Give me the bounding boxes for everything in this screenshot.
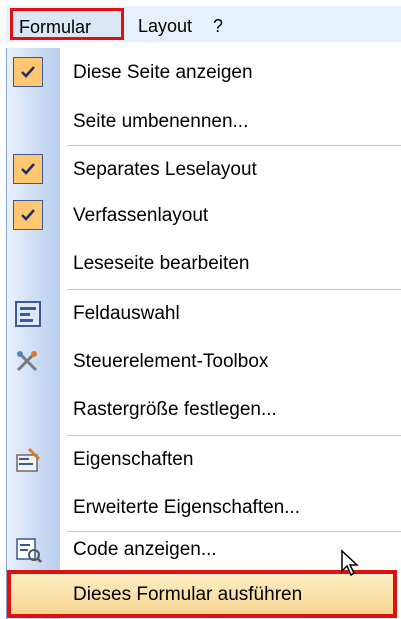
menu-item-label: Verfassenlayout (73, 205, 209, 226)
formular-dropdown-menu: Diese Seite anzeigen Seite umbenennen...… (6, 48, 401, 619)
menu-formular[interactable]: Formular (10, 8, 124, 40)
menu-item-seite-umbenennen[interactable]: Seite umbenennen... (7, 100, 401, 144)
menu-item-erweiterte-eigenschaften[interactable]: Erweiterte Eigenschaften... (7, 486, 401, 530)
menu-item-diese-seite-anzeigen[interactable]: Diese Seite anzeigen (7, 51, 401, 95)
menu-item-verfassenlayout[interactable]: Verfassenlayout (7, 194, 401, 238)
menu-item-label: Feldauswahl (73, 303, 180, 324)
menu-item-label: Steuerelement-Toolbox (73, 351, 269, 372)
menu-item-separates-leselayout[interactable]: Separates Leselayout (7, 148, 401, 192)
menu-item-eigenschaften[interactable]: Eigenschaften (7, 438, 401, 482)
menu-item-label: Code anzeigen... (73, 539, 217, 560)
checkmark-icon (13, 154, 43, 184)
menu-separator (67, 435, 401, 436)
menu-bar: Formular Layout ? (0, 0, 401, 48)
mouse-pointer-icon (341, 549, 359, 577)
properties-icon (13, 445, 43, 475)
menu-item-label: Rastergröße festlegen... (73, 399, 277, 420)
menu-separator (67, 289, 401, 290)
menu-item-feldauswahl[interactable]: Feldauswahl (7, 292, 401, 336)
menu-item-label: Erweiterte Eigenschaften... (73, 497, 301, 518)
field-chooser-icon (13, 299, 43, 329)
menu-item-label: Separates Leselayout (73, 159, 257, 180)
menu-item-label: Diese Seite anzeigen (73, 62, 253, 83)
menu-item-rastergroesse-festlegen[interactable]: Rastergröße festlegen... (7, 388, 401, 432)
view-code-icon (13, 535, 43, 565)
menu-item-leseseite-bearbeiten[interactable]: Leseseite bearbeiten (7, 242, 401, 286)
menu-item-label: Dieses Formular ausführen (73, 584, 303, 605)
menu-formular-label: Formular (19, 17, 92, 37)
menu-item-label: Seite umbenennen... (73, 111, 249, 132)
menu-item-dieses-formular-ausfuehren[interactable]: Dieses Formular ausführen (7, 570, 397, 618)
toolbox-icon (13, 347, 43, 377)
menu-help[interactable]: ? (213, 14, 223, 38)
menu-separator (67, 145, 401, 146)
menu-item-label: Leseseite bearbeiten (73, 253, 250, 274)
menu-item-label: Eigenschaften (73, 449, 194, 470)
checkmark-icon (13, 57, 43, 87)
menu-item-steuerelement-toolbox[interactable]: Steuerelement-Toolbox (7, 340, 401, 384)
checkmark-icon (13, 200, 43, 230)
menu-layout[interactable]: Layout (138, 14, 192, 38)
